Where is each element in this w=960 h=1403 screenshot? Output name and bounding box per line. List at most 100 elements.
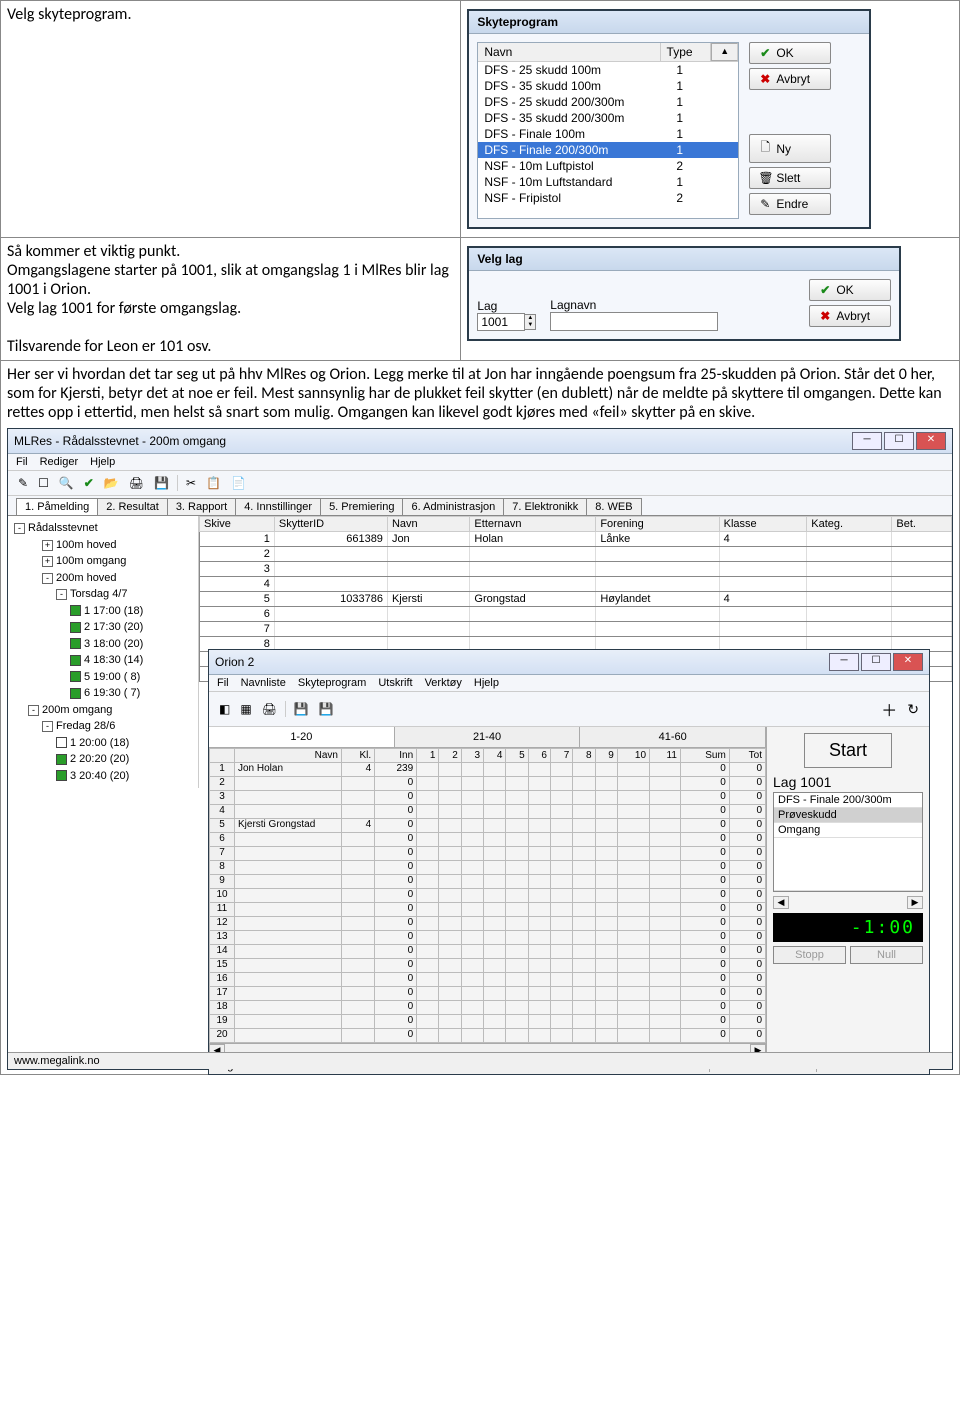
tree-label[interactable]: 1 20:00 (18) — [70, 737, 129, 749]
table-row[interactable]: 10000 — [210, 889, 766, 903]
table-row[interactable]: 4 — [200, 577, 952, 592]
maximize-button[interactable]: ☐ — [884, 432, 914, 450]
tree-label[interactable]: 200m omgang — [42, 704, 112, 716]
plus-icon[interactable]: ＋ — [879, 695, 899, 723]
tree-label[interactable]: 4 18:30 (14) — [84, 654, 143, 666]
tree-label[interactable]: 2 20:20 (20) — [70, 753, 129, 765]
range-tab[interactable]: 21-40 — [395, 727, 581, 747]
expand-icon[interactable]: - — [28, 705, 39, 716]
new-button[interactable]: 🗋Ny — [749, 134, 831, 163]
save-icon[interactable]: 💾 — [152, 474, 171, 492]
table-row[interactable]: 6000 — [210, 833, 766, 847]
close-button[interactable]: ✕ — [893, 653, 923, 671]
spin-up-icon[interactable]: ▲ — [525, 315, 535, 322]
expand-icon[interactable]: + — [42, 556, 53, 567]
tree-label[interactable]: 2 17:30 (20) — [84, 621, 143, 633]
table-row[interactable]: 20000 — [210, 1029, 766, 1043]
expand-icon[interactable]: - — [42, 573, 53, 584]
menu-item[interactable]: Utskrift — [378, 677, 412, 689]
scroll-up-icon[interactable]: ▲ — [711, 43, 738, 61]
col-header[interactable]: Navn — [387, 517, 469, 532]
program-list[interactable]: Navn Type ▲ DFS - 25 skudd 100m1DFS - 35… — [477, 42, 739, 219]
phase-item[interactable]: Prøveskudd — [774, 808, 922, 823]
copy-icon[interactable]: 📋 — [204, 474, 223, 492]
col-header[interactable]: Forening — [596, 517, 719, 532]
tree-label[interactable]: 3 18:00 (20) — [84, 638, 143, 650]
menu-item[interactable]: Rediger — [40, 456, 79, 468]
table-row[interactable]: 9000 — [210, 875, 766, 889]
tree-label[interactable]: 6 19:30 ( 7) — [84, 687, 140, 699]
table-row[interactable]: 51033786KjerstiGrongstadHøylandet4 — [200, 592, 952, 607]
table-row[interactable]: 8000 — [210, 861, 766, 875]
maximize-button[interactable]: ☐ — [861, 653, 891, 671]
tab[interactable]: 2. Resultat — [97, 498, 168, 515]
menu-item[interactable]: Skyteprogram — [298, 677, 366, 689]
refresh-icon[interactable]: ↻ — [905, 699, 921, 720]
ok-button[interactable]: ✔OK — [749, 42, 831, 64]
close-button[interactable]: ✕ — [916, 432, 946, 450]
list-item[interactable]: DFS - 35 skudd 100m1 — [478, 78, 738, 94]
table-row[interactable]: 1Jon Holan423900 — [210, 763, 766, 777]
tree-root[interactable]: Rådalsstevnet — [28, 522, 98, 534]
table-row[interactable]: 5Kjersti Grongstad4000 — [210, 819, 766, 833]
toolbar-icon[interactable]: ◧ — [217, 700, 232, 718]
folder-icon[interactable]: 📂 — [102, 474, 121, 492]
expand-icon[interactable]: + — [42, 540, 53, 551]
lag-spinner[interactable]: ▲▼ — [477, 313, 536, 331]
edit-button[interactable]: ✎Endre — [749, 193, 831, 215]
list-item[interactable]: DFS - 35 skudd 200/300m1 — [478, 110, 738, 126]
stopp-button[interactable]: Stopp — [773, 946, 846, 964]
table-row[interactable]: 14000 — [210, 945, 766, 959]
print-icon[interactable]: 🖨 — [127, 474, 146, 492]
start-button[interactable]: Start — [804, 733, 892, 768]
toolbar-icon[interactable]: ☐ — [36, 474, 51, 492]
menu-item[interactable]: Verktøy — [425, 677, 462, 689]
table-row[interactable]: 11000 — [210, 903, 766, 917]
tab[interactable]: 5. Premiering — [320, 498, 403, 515]
list-item[interactable]: NSF - Fripistol2 — [478, 190, 738, 206]
table-row[interactable]: 4000 — [210, 805, 766, 819]
col-header[interactable]: Bet. — [892, 517, 952, 532]
cancel-button[interactable]: ✖Avbryt — [749, 68, 831, 90]
expand-icon[interactable]: - — [14, 523, 25, 534]
col-header[interactable]: Klasse — [719, 517, 807, 532]
col-header[interactable]: Kateg. — [807, 517, 892, 532]
col-header[interactable]: Skive — [200, 517, 275, 532]
toolbar-icon[interactable]: ✎ — [16, 474, 30, 492]
tree-label[interactable]: 200m hoved — [56, 572, 117, 584]
minimize-button[interactable]: ─ — [829, 653, 859, 671]
list-item[interactable]: DFS - 25 skudd 100m1 — [478, 62, 738, 78]
orion-grid[interactable]: NavnKl.Inn1234567891011SumTot 1Jon Holan… — [209, 748, 766, 1043]
tree-label[interactable]: 1 17:00 (18) — [84, 605, 143, 617]
lagnavn-input[interactable] — [550, 312, 718, 331]
table-row[interactable]: 3 — [200, 562, 952, 577]
tree-label[interactable]: 3 20:40 (20) — [70, 770, 129, 782]
list-item[interactable]: DFS - Finale 100m1 — [478, 126, 738, 142]
menu-item[interactable]: Hjelp — [474, 677, 499, 689]
tree-label[interactable]: 100m omgang — [56, 555, 126, 567]
menu-item[interactable]: Navnliste — [241, 677, 286, 689]
minimize-button[interactable]: ─ — [852, 432, 882, 450]
paste-icon[interactable]: 📄 — [229, 474, 248, 492]
search-icon[interactable]: 🔍 — [57, 474, 76, 492]
null-button[interactable]: Null — [850, 946, 923, 964]
list-item[interactable]: DFS - 25 skudd 200/300m1 — [478, 94, 738, 110]
table-row[interactable]: 7 — [200, 622, 952, 637]
tab[interactable]: 8. WEB — [586, 498, 641, 515]
list-item[interactable]: NSF - 10m Luftstandard1 — [478, 174, 738, 190]
calendar-icon[interactable]: ▦ — [238, 700, 253, 718]
list-item[interactable]: DFS - Finale 200/300m1 — [478, 142, 738, 158]
table-row[interactable]: 2 — [200, 547, 952, 562]
table-row[interactable]: 12000 — [210, 917, 766, 931]
lag-input[interactable] — [477, 313, 525, 331]
save-icon[interactable]: 💾 — [317, 700, 336, 718]
table-row[interactable]: 17000 — [210, 987, 766, 1001]
table-row[interactable]: 16000 — [210, 973, 766, 987]
table-row[interactable]: 1661389JonHolanLånke4 — [200, 532, 952, 547]
table-row[interactable]: 18000 — [210, 1001, 766, 1015]
tree-label[interactable]: 5 19:00 ( 8) — [84, 671, 140, 683]
expand-icon[interactable]: - — [42, 721, 53, 732]
expand-icon[interactable]: - — [56, 589, 67, 600]
menu-item[interactable]: Fil — [16, 456, 28, 468]
tree-label[interactable]: 100m hoved — [56, 539, 117, 551]
